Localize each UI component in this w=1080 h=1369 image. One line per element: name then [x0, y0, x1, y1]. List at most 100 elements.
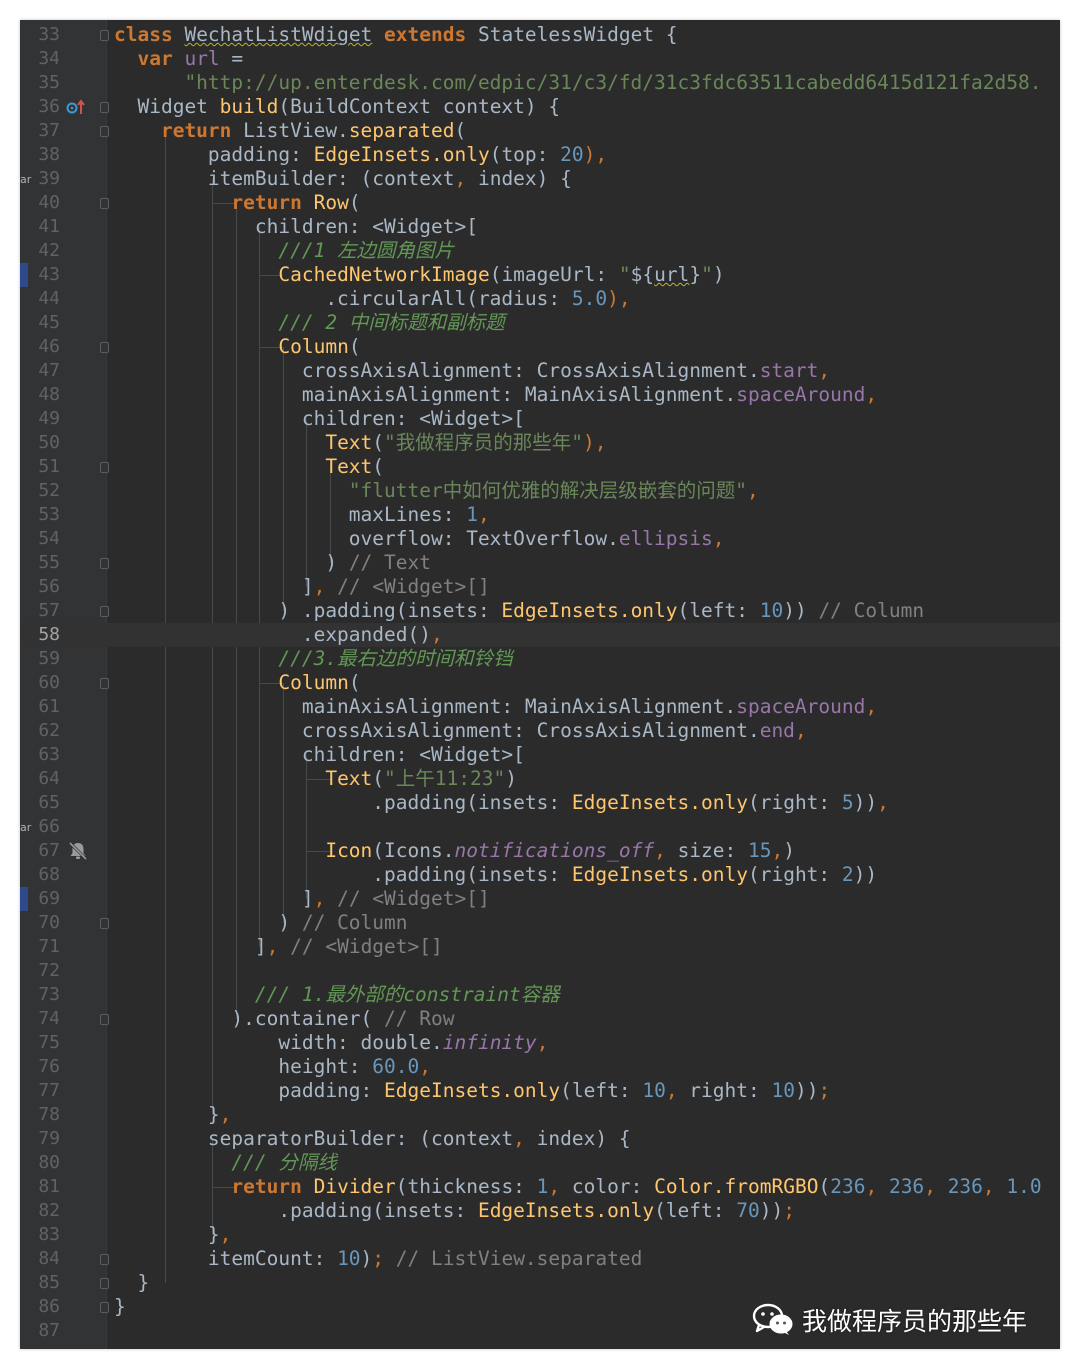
code-line[interactable]: 49 children: <Widget>[ — [20, 407, 1060, 431]
code-token: , — [818, 359, 831, 382]
code-line[interactable]: 73 /// 1.最外部的constraint容器 — [20, 983, 1060, 1007]
code-line[interactable]: 79 separatorBuilder: (context, index) { — [20, 1127, 1060, 1151]
code-editor[interactable]: ar ar 33 class WechatListWdiget extends St… — [20, 20, 1060, 1349]
code-line[interactable]: 85 } — [20, 1271, 1060, 1295]
code-line[interactable]: 39 itemBuilder: (context, index) { — [20, 167, 1060, 191]
code-line[interactable]: 52 "flutter中如何优雅的解决层级嵌套的问题", — [20, 479, 1060, 503]
code-line[interactable]: 41 children: <Widget>[ — [20, 215, 1060, 239]
code-token: .circularAll(radius: — [114, 287, 572, 310]
code-token: WechatListWdiget — [184, 23, 373, 46]
code-line[interactable]: 71 ], // <Widget>[] — [20, 935, 1060, 959]
code-line[interactable]: 76 height: 60.0, — [20, 1055, 1060, 1079]
code-line[interactable]: 68 .padding(insets: EdgeInsets.only(righ… — [20, 863, 1060, 887]
line-number: 76 — [38, 1056, 60, 1077]
code-text: children: <Widget>[ — [114, 743, 525, 767]
code-line[interactable]: 33 class WechatListWdiget extends Statele… — [20, 23, 1060, 47]
code-line[interactable]: 55 ) // Text — [20, 551, 1060, 575]
code-token: "flutter中如何优雅的解决层级嵌套的问题" — [114, 479, 747, 502]
code-line[interactable]: 67 Icon(Icons.notifications_off, size: 1… — [20, 839, 1060, 863]
code-token: 1 — [466, 503, 478, 526]
code-line[interactable]: 58 .expanded(), — [20, 623, 1060, 647]
code-line[interactable]: 62 crossAxisAlignment: CrossAxisAlignmen… — [20, 719, 1060, 743]
code-token: size: — [665, 839, 749, 862]
code-line[interactable]: 77 padding: EdgeInsets.only(left: 10, ri… — [20, 1079, 1060, 1103]
code-line[interactable]: 84 itemCount: 10); // ListView.separated — [20, 1247, 1060, 1271]
code-line[interactable]: 48 mainAxisAlignment: MainAxisAlignment.… — [20, 383, 1060, 407]
code-token: ; — [783, 1199, 795, 1222]
code-token: crossAxisAlignment: CrossAxisAlignment. — [114, 359, 760, 382]
code-text: itemBuilder: (context, index) { — [114, 167, 572, 191]
code-line[interactable]: 36 Widget build(BuildContext context) { — [20, 95, 1060, 119]
code-area[interactable]: 33 class WechatListWdiget extends Statele… — [20, 20, 1060, 1349]
code-token: = — [219, 47, 244, 70]
code-token: ) — [360, 1247, 373, 1270]
code-token: infinity — [442, 1031, 537, 1054]
line-number: 47 — [38, 360, 60, 381]
code-line[interactable]: 82 .padding(insets: EdgeInsets.only(left… — [20, 1199, 1060, 1223]
code-text: Widget build(BuildContext context) { — [114, 95, 560, 119]
code-text: itemCount: 10); // ListView.separated — [114, 1247, 642, 1271]
code-line[interactable]: 53 maxLines: 1, — [20, 503, 1060, 527]
code-line[interactable]: 46 Column( — [20, 335, 1060, 359]
line-number: 85 — [38, 1272, 60, 1293]
line-number: 64 — [38, 768, 60, 789]
code-token: EdgeInsets. — [477, 1199, 608, 1222]
code-token: "http://up.enterdesk.com/edpic/31/c3/fd/… — [114, 71, 1042, 94]
line-number: 75 — [38, 1032, 60, 1053]
code-token: ] — [114, 887, 314, 910]
code-text: "flutter中如何优雅的解决层级嵌套的问题", — [114, 479, 759, 503]
code-token: spaceAround — [736, 383, 866, 406]
line-number: 58 — [38, 624, 60, 645]
code-token: height: — [114, 1055, 373, 1078]
code-line[interactable]: 47 crossAxisAlignment: CrossAxisAlignmen… — [20, 359, 1060, 383]
code-line[interactable]: 63 children: <Widget>[ — [20, 743, 1060, 767]
code-line[interactable]: 35 "http://up.enterdesk.com/edpic/31/c3/… — [20, 71, 1060, 95]
code-line[interactable]: 38 padding: EdgeInsets.only(top: 20), — [20, 143, 1060, 167]
code-token: , — [313, 887, 326, 910]
code-line[interactable]: 61 mainAxisAlignment: MainAxisAlignment.… — [20, 695, 1060, 719]
code-line[interactable]: 56 ], // <Widget>[] — [20, 575, 1060, 599]
code-line[interactable]: 60 Column( — [20, 671, 1060, 695]
code-line[interactable]: 74 ).container( // Row — [20, 1007, 1060, 1031]
code-token: , — [654, 839, 666, 862]
code-line[interactable]: 37 return ListView.separated( — [20, 119, 1060, 143]
code-line[interactable]: 43 CachedNetworkImage(imageUrl: "${url}"… — [20, 263, 1060, 287]
code-line[interactable]: 80 /// 分隔线 — [20, 1151, 1060, 1175]
code-line[interactable]: 66 — [20, 815, 1060, 839]
code-line[interactable]: 57 ) .padding(insets: EdgeInsets.only(le… — [20, 599, 1060, 623]
code-line[interactable]: 78 }, — [20, 1103, 1060, 1127]
code-token: build — [219, 95, 279, 118]
line-number: 48 — [38, 384, 60, 405]
code-token: color: — [560, 1175, 655, 1198]
code-line[interactable]: 50 Text("我做程序员的那些年"), — [20, 431, 1060, 455]
line-number: 77 — [38, 1080, 60, 1101]
code-line[interactable]: 72 — [20, 959, 1060, 983]
code-token: // Text — [348, 551, 431, 574]
line-number: 39 — [38, 168, 60, 189]
code-line[interactable]: 75 width: double.infinity, — [20, 1031, 1060, 1055]
code-token: ), — [583, 431, 607, 454]
code-line[interactable]: 45 /// 2 中间标题和副标题 — [20, 311, 1060, 335]
code-line[interactable]: 70 ) // Column — [20, 911, 1060, 935]
code-line[interactable]: 42 ///1 左边圆角图片 — [20, 239, 1060, 263]
code-token: itemBuilder: (context — [114, 167, 455, 190]
code-token: ( — [348, 335, 361, 358]
code-line[interactable]: 64 Text("上午11:23") — [20, 767, 1060, 791]
code-line[interactable]: 83 }, — [20, 1223, 1060, 1247]
code-line[interactable]: 40 return Row( — [20, 191, 1060, 215]
code-token: ] — [114, 575, 314, 598]
code-token: // <Widget>[] — [337, 575, 490, 598]
code-line[interactable]: 51 Text( — [20, 455, 1060, 479]
code-line[interactable]: 44 .circularAll(radius: 5.0), — [20, 287, 1060, 311]
code-line[interactable]: 81 return Divider(thickness: 1, color: C… — [20, 1175, 1060, 1199]
code-token: 10 — [642, 1079, 666, 1102]
code-line[interactable]: 69 ], // <Widget>[] — [20, 887, 1060, 911]
code-text: Text( — [114, 455, 384, 479]
code-token: (left: — [654, 1199, 737, 1222]
code-token: only — [701, 791, 748, 814]
code-line[interactable]: 54 overflow: TextOverflow.ellipsis, — [20, 527, 1060, 551]
code-line[interactable]: 59 ///3.最右边的时间和铃铛 — [20, 647, 1060, 671]
code-line[interactable]: 65 .padding(insets: EdgeInsets.only(righ… — [20, 791, 1060, 815]
code-line[interactable]: 34 var url = — [20, 47, 1060, 71]
